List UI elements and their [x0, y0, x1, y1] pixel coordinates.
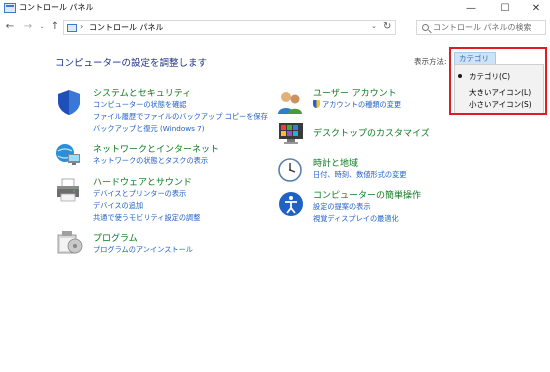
link-devices-printers[interactable]: デバイスとプリンターの表示 [93, 189, 186, 199]
printer-icon [54, 176, 82, 204]
link-check-status[interactable]: コンピューターの状態を確認 [93, 100, 186, 110]
address-bar[interactable]: › コントロール パネル ⌄ ↻ [63, 20, 396, 35]
search-icon [422, 24, 429, 31]
category-hardware-sound[interactable]: ハードウェアとサウンド [93, 175, 192, 188]
navigation-bar: ← → ⌄ ↑ › コントロール パネル ⌄ ↻ [0, 17, 550, 37]
link-add-device[interactable]: デバイスの追加 [93, 201, 143, 211]
link-optimize-display[interactable]: 視覚ディスプレイの最適化 [313, 214, 399, 224]
link-change-account-type[interactable]: アカウントの種類の変更 [313, 100, 401, 110]
category-ease-of-access[interactable]: コンピューターの簡単操作 [313, 188, 421, 201]
refresh-icon[interactable]: ↻ [383, 21, 391, 32]
chevron-right-icon[interactable]: › [80, 22, 83, 31]
programs-icon [56, 229, 84, 257]
category-programs[interactable]: プログラム [93, 231, 138, 244]
link-backup-restore[interactable]: バックアップと復元 (Windows 7) [93, 124, 205, 134]
desktop-customization-icon [277, 119, 305, 147]
link-suggested-settings[interactable]: 設定の提案の表示 [313, 202, 371, 212]
link-file-history[interactable]: ファイル履歴でファイルのバックアップ コピーを保存 [93, 112, 268, 122]
search-input[interactable] [433, 22, 543, 33]
uac-shield-icon [313, 100, 320, 108]
window-title: コントロール パネル [19, 3, 94, 12]
link-change-account-type-label: アカウントの種類の変更 [322, 100, 402, 109]
view-by-label: 表示方法: [414, 57, 447, 66]
title-bar: コントロール パネル — ☐ ✕ [0, 0, 550, 17]
up-button[interactable]: ↑ [48, 20, 62, 34]
control-panel-icon [4, 3, 16, 13]
page-heading: コンピューターの設定を調整します [55, 58, 208, 69]
breadcrumb-control-panel[interactable]: コントロール パネル [89, 22, 164, 33]
category-system-security[interactable]: システムとセキュリティ [93, 86, 191, 99]
forward-button[interactable]: → [21, 20, 35, 34]
highlight-box [449, 47, 547, 115]
chevron-down-icon[interactable]: ⌄ [371, 22, 377, 30]
recent-locations-button[interactable]: ⌄ [35, 20, 49, 34]
network-icon [54, 140, 82, 168]
close-button[interactable]: ✕ [522, 0, 550, 17]
users-icon [276, 88, 304, 116]
link-uninstall-program[interactable]: プログラムのアンインストール [93, 245, 193, 255]
maximize-button[interactable]: ☐ [491, 0, 519, 17]
link-date-time-format[interactable]: 日付、時刻、数値形式の変更 [313, 170, 406, 180]
control-panel-icon [67, 24, 77, 32]
category-appearance[interactable]: デスクトップのカスタマイズ [313, 126, 430, 139]
link-mobility-settings[interactable]: 共通で使うモビリティ設定の調整 [93, 213, 200, 223]
back-button[interactable]: ← [3, 20, 17, 34]
search-box[interactable] [416, 20, 546, 35]
clock-icon [277, 156, 305, 184]
category-network[interactable]: ネットワークとインターネット [93, 142, 219, 155]
minimize-button[interactable]: — [457, 0, 485, 17]
category-clock-region[interactable]: 時計と地域 [313, 156, 358, 169]
shield-icon [55, 88, 83, 116]
link-network-status[interactable]: ネットワークの状態とタスクの表示 [93, 156, 208, 166]
category-user-accounts[interactable]: ユーザー アカウント [313, 86, 397, 99]
ease-of-access-icon [277, 190, 305, 218]
